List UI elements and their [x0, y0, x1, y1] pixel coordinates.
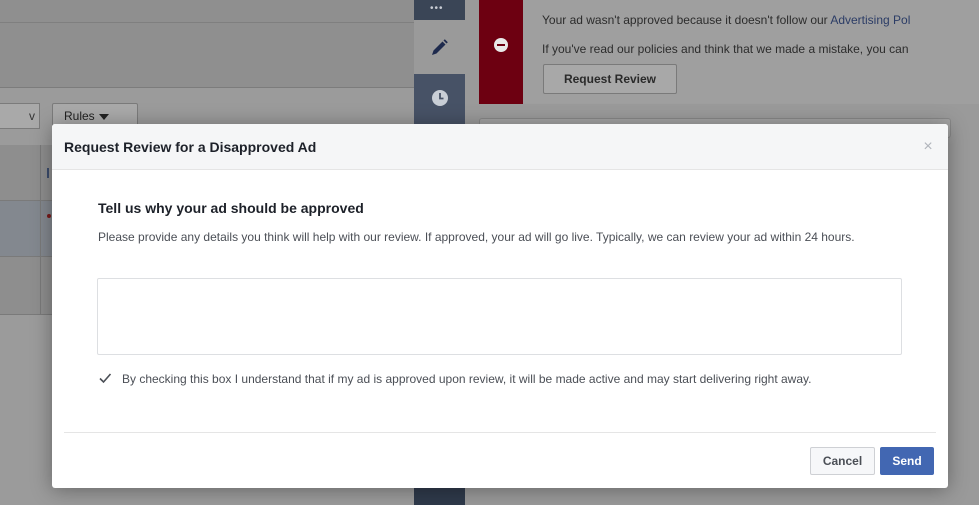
error-message: Your ad wasn't approved because it doesn…	[542, 13, 910, 27]
error-minus-icon	[494, 38, 508, 52]
bg-header-area	[0, 0, 414, 88]
dialog-title: Request Review for a Disapproved Ad	[64, 139, 317, 155]
pencil-icon	[432, 39, 448, 55]
bg-request-review-button[interactable]: Request Review	[543, 64, 677, 94]
bg-view-dropdown[interactable]: v	[0, 103, 40, 129]
bg-divider	[0, 22, 414, 23]
bg-link-fragment	[47, 168, 49, 178]
error-strip	[479, 0, 523, 104]
bg-selected-row	[0, 200, 52, 256]
caret-down-icon	[98, 113, 109, 120]
policy-message: If you've read our policies and think th…	[542, 42, 909, 56]
advertising-policies-link[interactable]: Advertising Pol	[830, 13, 910, 27]
clock-icon	[432, 90, 448, 106]
close-icon[interactable]: ×	[918, 137, 938, 157]
rules-label: Rules	[64, 109, 95, 123]
more-dots-icon: •••	[430, 3, 444, 14]
footer-divider	[64, 432, 936, 433]
status-dot-icon	[47, 214, 51, 218]
cancel-button[interactable]: Cancel	[810, 447, 875, 475]
consent-label: By checking this box I understand that i…	[122, 372, 812, 386]
review-reason-input[interactable]	[97, 278, 902, 355]
section-description: Please provide any details you think wil…	[98, 230, 855, 244]
error-message-text: Your ad wasn't approved because it doesn…	[542, 13, 831, 27]
bg-col-divider	[40, 145, 41, 315]
dialog-header: Request Review for a Disapproved Ad ×	[52, 124, 948, 170]
section-heading: Tell us why your ad should be approved	[98, 200, 364, 216]
consent-checkbox[interactable]	[98, 371, 112, 385]
request-review-dialog: Request Review for a Disapproved Ad × Te…	[52, 124, 948, 488]
checkmark-icon	[99, 373, 112, 384]
send-button[interactable]: Send	[880, 447, 934, 475]
